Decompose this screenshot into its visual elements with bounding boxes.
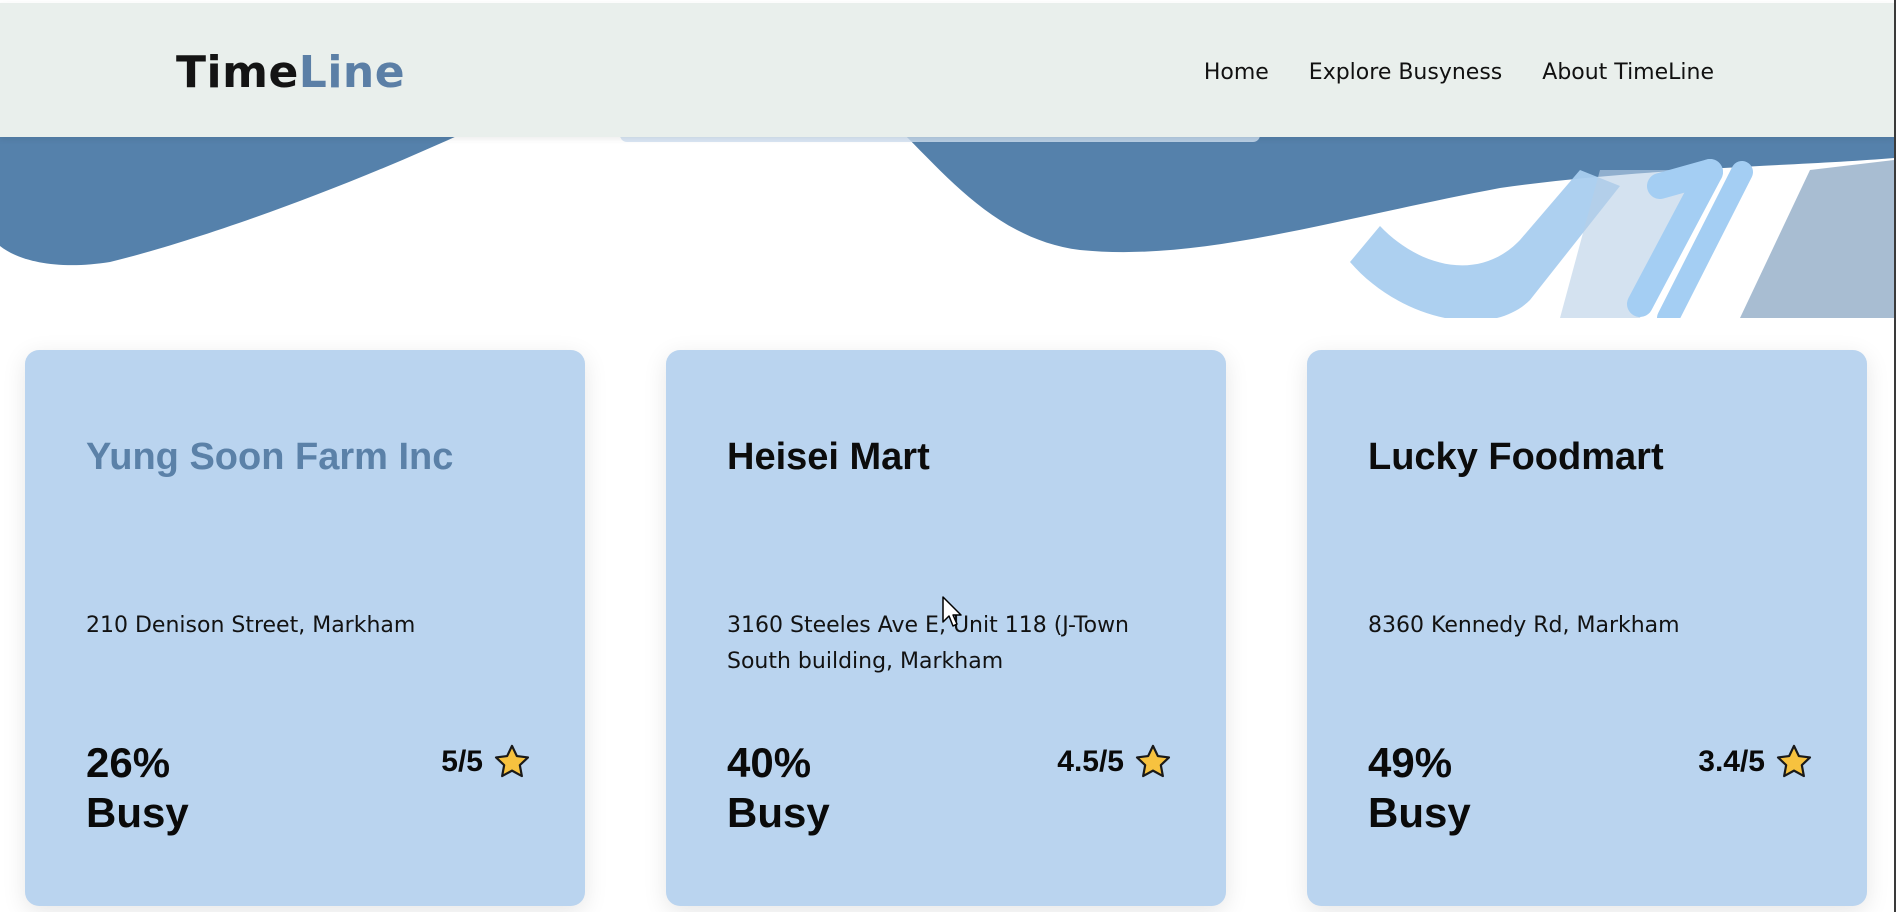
main-nav: Home Explore Busyness About TimeLine: [1204, 59, 1714, 87]
star-icon: [493, 744, 531, 780]
store-name[interactable]: Lucky Foodmart: [1368, 436, 1664, 479]
store-name[interactable]: Heisei Mart: [727, 436, 930, 479]
store-address: 8360 Kennedy Rd, Markham: [1368, 613, 1680, 638]
busy-percent: 40%: [727, 739, 812, 786]
store-rating: 4.5/5: [1057, 744, 1172, 780]
store-rating: 3.4/5: [1698, 744, 1813, 780]
busy-percent: 49%: [1368, 739, 1453, 786]
store-card[interactable]: Lucky Foodmart 8360 Kennedy Rd, Markham …: [1307, 350, 1867, 906]
mouse-cursor-icon: [942, 596, 964, 632]
star-icon: [1775, 744, 1813, 780]
nav-home-link[interactable]: Home: [1204, 59, 1269, 87]
busyness-indicator: 49% Busy: [1368, 738, 1471, 838]
logo-text-time: Time: [176, 47, 299, 98]
busy-label: Busy: [86, 789, 189, 836]
store-card[interactable]: Yung Soon Farm Inc 210 Denison Street, M…: [25, 350, 585, 906]
rating-value: 5/5: [441, 745, 483, 778]
rating-value: 3.4/5: [1698, 745, 1765, 778]
logo-text-line: Line: [298, 47, 406, 98]
star-icon: [1134, 744, 1172, 780]
store-rating: 5/5: [441, 744, 531, 780]
rating-value: 4.5/5: [1057, 745, 1124, 778]
top-navbar: TimeLine Home Explore Busyness About Tim…: [0, 3, 1894, 137]
busy-label: Busy: [727, 789, 830, 836]
busyness-indicator: 26% Busy: [86, 738, 189, 838]
busyness-indicator: 40% Busy: [727, 738, 830, 838]
nav-explore-busyness-link[interactable]: Explore Busyness: [1309, 59, 1502, 87]
store-address: 210 Denison Street, Markham: [86, 613, 416, 638]
busy-percent: 26%: [86, 739, 171, 786]
busy-label: Busy: [1368, 789, 1471, 836]
brand-logo[interactable]: TimeLine: [176, 45, 405, 101]
nav-about-timeline-link[interactable]: About TimeLine: [1542, 59, 1714, 87]
store-name[interactable]: Yung Soon Farm Inc: [86, 436, 453, 479]
